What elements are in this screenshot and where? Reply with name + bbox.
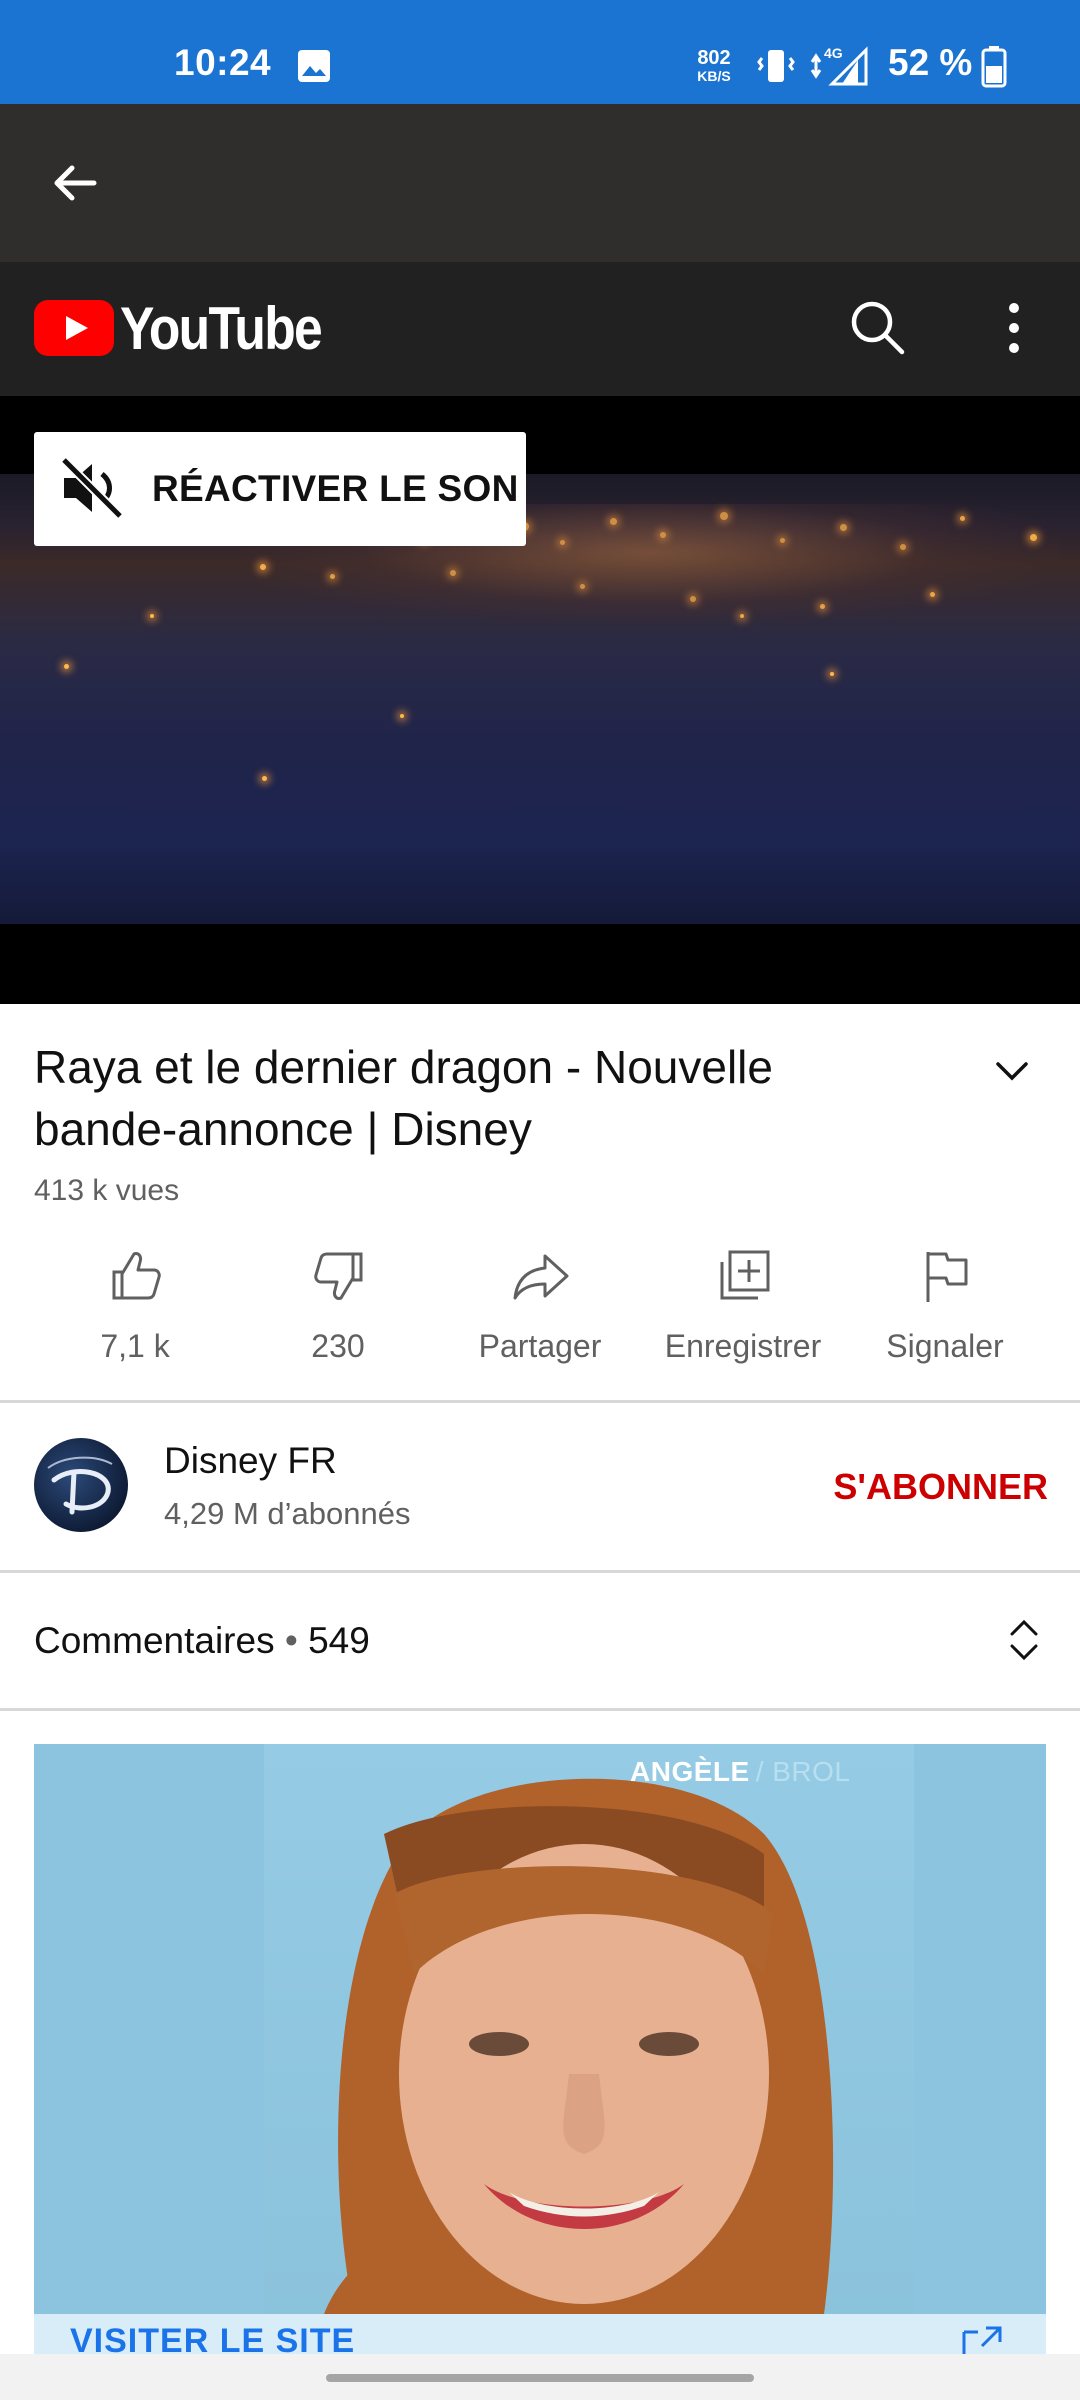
divider xyxy=(0,1570,1080,1573)
ad-banner[interactable]: ANGÈLE / BROL VISITER LE SITE xyxy=(34,1744,1046,2354)
channel-name[interactable]: Disney FR xyxy=(164,1440,337,1482)
channel-avatar[interactable] xyxy=(34,1438,128,1532)
ad-brand-name: ANGÈLE xyxy=(630,1756,750,1787)
ad-brand: ANGÈLE / BROL xyxy=(630,1756,851,1788)
search-icon[interactable] xyxy=(848,298,908,358)
comments-separator: • xyxy=(284,1620,298,1661)
video-title: Raya et le dernier dragon - Nouvelle ban… xyxy=(34,1041,773,1155)
divider xyxy=(0,1400,1080,1403)
youtube-wordmark[interactable]: YouTube xyxy=(120,294,323,363)
unmute-label: RÉACTIVER LE SON xyxy=(152,468,519,509)
like-count: 7,1 k xyxy=(100,1328,170,1364)
save-label: Enregistrer xyxy=(664,1328,822,1364)
ad-image xyxy=(264,1744,914,2314)
battery-icon xyxy=(981,46,1007,88)
gallery-icon xyxy=(298,50,330,82)
network-type: 4G xyxy=(824,45,843,61)
youtube-logo-icon[interactable] xyxy=(34,300,114,356)
flag-icon xyxy=(926,1252,968,1302)
status-time: 10:24 xyxy=(174,42,272,83)
thumbs-up-icon xyxy=(112,1252,161,1300)
disney-logo-icon xyxy=(47,1456,113,1515)
share-label: Partager xyxy=(478,1328,602,1364)
battery-percent: 52 % xyxy=(888,42,973,83)
visit-site-button[interactable]: VISITER LE SITE xyxy=(70,2322,355,2354)
muted-speaker-icon xyxy=(60,456,124,520)
chevron-down-icon[interactable] xyxy=(994,1056,1030,1084)
ad-brand-sub: / BROL xyxy=(755,1756,851,1787)
comments-header[interactable]: Commentaires • 549 xyxy=(34,1620,370,1662)
back-arrow-icon[interactable] xyxy=(50,158,100,208)
divider xyxy=(0,1708,1080,1711)
subscriber-count: 4,29 M d’abonnés xyxy=(164,1496,411,1531)
external-link-icon[interactable] xyxy=(960,2322,1004,2354)
ad-photo-girl xyxy=(324,1778,834,2314)
more-options-icon[interactable] xyxy=(994,298,1034,358)
signal-4g-icon: 4G xyxy=(810,45,868,86)
comments-count: 549 xyxy=(308,1620,370,1661)
dislike-count: 230 xyxy=(311,1328,365,1364)
view-count: 413 k vues xyxy=(34,1174,180,1207)
add-to-playlist-icon xyxy=(720,1250,770,1300)
share-icon xyxy=(513,1254,569,1300)
home-gesture-handle[interactable] xyxy=(326,2374,754,2382)
comments-label: Commentaires xyxy=(34,1620,275,1661)
network-speed: 802 KB/S xyxy=(692,48,736,84)
report-label: Signaler xyxy=(886,1328,1004,1364)
status-bar: 10:24 802 KB/S 4G 52 % xyxy=(0,0,1080,104)
thumbs-down-icon xyxy=(314,1252,363,1300)
network-speed-unit: KB/S xyxy=(697,68,731,84)
expand-collapse-icon[interactable] xyxy=(1006,1616,1042,1664)
app-bar xyxy=(0,104,1080,262)
subscribe-button[interactable]: S'ABONNER xyxy=(800,1466,1048,1508)
vibrate-icon xyxy=(757,50,795,82)
network-speed-value: 802 xyxy=(697,47,731,69)
